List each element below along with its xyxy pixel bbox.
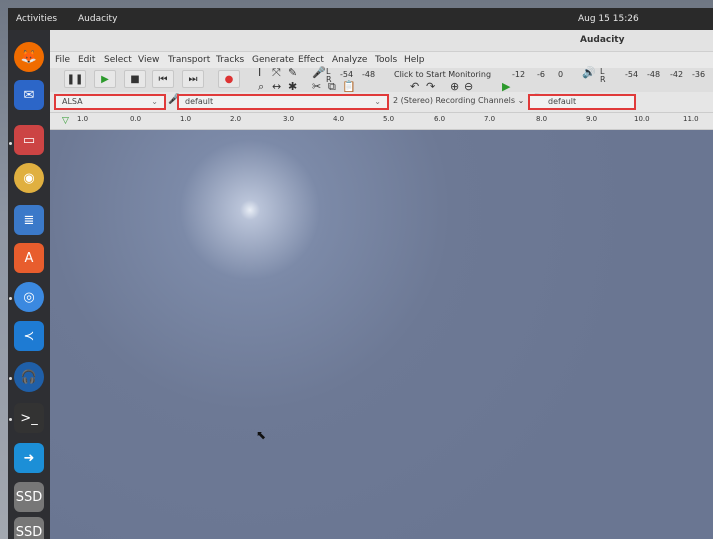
menu-select[interactable]: Select	[104, 55, 132, 65]
software-center-icon[interactable]: A	[14, 243, 44, 273]
menu-bar: File Edit Select View Transport Tracks G…	[50, 52, 713, 68]
ruler-tick: 11.0	[683, 115, 699, 123]
play-meter-scale-3: -36	[692, 70, 706, 79]
dock: 🦊 ✉ ▭ ◉ ≣ A ◎ ≺ 🎧 >_ ➜ SSD SSD	[8, 30, 50, 539]
record-meter-scale-2: -12	[512, 70, 526, 79]
files-icon[interactable]: ▭	[14, 125, 44, 155]
draw-tool-icon[interactable]: ✎	[288, 66, 297, 79]
menu-tools[interactable]: Tools	[375, 55, 397, 65]
ruler-tick: 9.0	[586, 115, 598, 123]
recording-channels-select[interactable]: 2 (Stereo) Recording Channels ⌄	[393, 96, 524, 105]
pause-button[interactable]: ❚❚	[64, 70, 86, 88]
chrome-icon[interactable]: ◎	[14, 282, 44, 312]
chevron-down-icon: ⌄	[517, 96, 525, 105]
ruler-tick: 6.0	[434, 115, 446, 123]
menu-effect[interactable]: Effect	[298, 55, 324, 65]
audio-host-value: ALSA	[62, 97, 83, 106]
rhythmbox-icon[interactable]: ◉	[14, 163, 44, 193]
record-meter-scale-1: -48	[362, 70, 376, 79]
menu-view[interactable]: View	[138, 55, 159, 65]
record-button[interactable]: ●	[218, 70, 240, 88]
thunderbird-icon[interactable]: ✉	[14, 80, 44, 110]
timeline-play-head-icon[interactable]: ▽	[62, 116, 69, 126]
mouse-cursor-icon: ⬉	[256, 428, 267, 442]
play-meter-scale-2: -42	[670, 70, 684, 79]
ruler-tick: 8.0	[536, 115, 548, 123]
window-titlebar[interactable]: Audacity	[50, 30, 713, 52]
record-meter-scale-4: 0	[558, 70, 564, 79]
envelope-tool-icon[interactable]: ⤧	[272, 66, 281, 80]
record-meter-scale-0: -54	[340, 70, 354, 79]
play-button[interactable]: ▶	[94, 70, 116, 88]
ssd-drive-icon-2[interactable]: SSD	[14, 517, 44, 539]
recording-device-select[interactable]: default ⌄	[177, 94, 389, 110]
play-meter-scale-0: -54	[625, 70, 639, 79]
running-indicator	[9, 418, 12, 421]
writer-icon[interactable]: ≣	[14, 205, 44, 235]
timeline-ruler[interactable]: ▽ 1.0 0.0 1.0 2.0 3.0 4.0 5.0 6.0 7.0 8.…	[50, 112, 713, 130]
chevron-down-icon: ⌄	[151, 97, 158, 106]
play-meter-right-label: R	[600, 75, 606, 84]
ruler-tick: 7.0	[484, 115, 496, 123]
skip-to-end-button[interactable]: ⏭	[182, 70, 204, 88]
selection-tool-icon[interactable]: I	[258, 66, 261, 79]
menu-help[interactable]: Help	[404, 55, 425, 65]
skip-to-start-button[interactable]: ⏮	[152, 70, 174, 88]
stop-button[interactable]: ■	[124, 70, 146, 88]
remote-desktop-icon[interactable]: ➜	[14, 443, 44, 473]
playback-device-value: default	[548, 97, 577, 106]
recording-device-value: default	[185, 97, 214, 106]
activities-button[interactable]: Activities	[16, 14, 57, 24]
app-menu-audacity[interactable]: Audacity	[78, 14, 117, 24]
ruler-tick: 0.0	[130, 115, 142, 123]
ruler-tick: 3.0	[283, 115, 295, 123]
ruler-tick: 1.0	[180, 115, 192, 123]
play-meter-scale-1: -48	[647, 70, 661, 79]
speaker-icon: 🔊	[582, 66, 596, 79]
menu-analyze[interactable]: Analyze	[332, 55, 367, 65]
vscode-icon[interactable]: ≺	[14, 321, 44, 351]
track-workspace[interactable]	[50, 130, 713, 539]
menu-edit[interactable]: Edit	[78, 55, 95, 65]
firefox-icon[interactable]: 🦊	[14, 42, 44, 72]
playback-device-select[interactable]: default	[528, 94, 636, 110]
ssd-drive-icon[interactable]: SSD	[14, 482, 44, 512]
ruler-tick: 1.0	[77, 115, 89, 123]
menu-tracks[interactable]: Tracks	[216, 55, 244, 65]
ruler-tick: 2.0	[230, 115, 242, 123]
audio-host-select[interactable]: ALSA ⌄	[54, 94, 166, 110]
recording-channels-value: 2 (Stereo) Recording Channels	[393, 96, 516, 105]
record-meter-scale-3: -6	[537, 70, 545, 79]
ruler-tick: 10.0	[634, 115, 650, 123]
microphone-icon: 🎤	[312, 66, 326, 79]
monitoring-prompt[interactable]: Click to Start Monitoring	[394, 70, 491, 79]
device-toolbar: ALSA ⌄ 🎤 default ⌄ 2 (Stereo) Recording …	[50, 92, 713, 112]
running-indicator	[9, 142, 12, 145]
clock[interactable]: Aug 15 15:26	[578, 14, 639, 24]
ruler-tick: 5.0	[383, 115, 395, 123]
ruler-tick: 4.0	[333, 115, 345, 123]
running-indicator	[9, 297, 12, 300]
menu-generate[interactable]: Generate	[252, 55, 294, 65]
menu-file[interactable]: File	[55, 55, 70, 65]
menu-transport[interactable]: Transport	[168, 55, 210, 65]
gnome-top-bar: Activities Audacity Aug 15 15:26	[8, 8, 713, 30]
window-title: Audacity	[580, 35, 625, 45]
terminal-icon[interactable]: >_	[14, 403, 44, 433]
chevron-down-icon: ⌄	[374, 97, 381, 106]
audacity-icon[interactable]: 🎧	[14, 362, 44, 392]
running-indicator	[9, 377, 12, 380]
audacity-window: Audacity File Edit Select View Transport…	[50, 30, 713, 539]
